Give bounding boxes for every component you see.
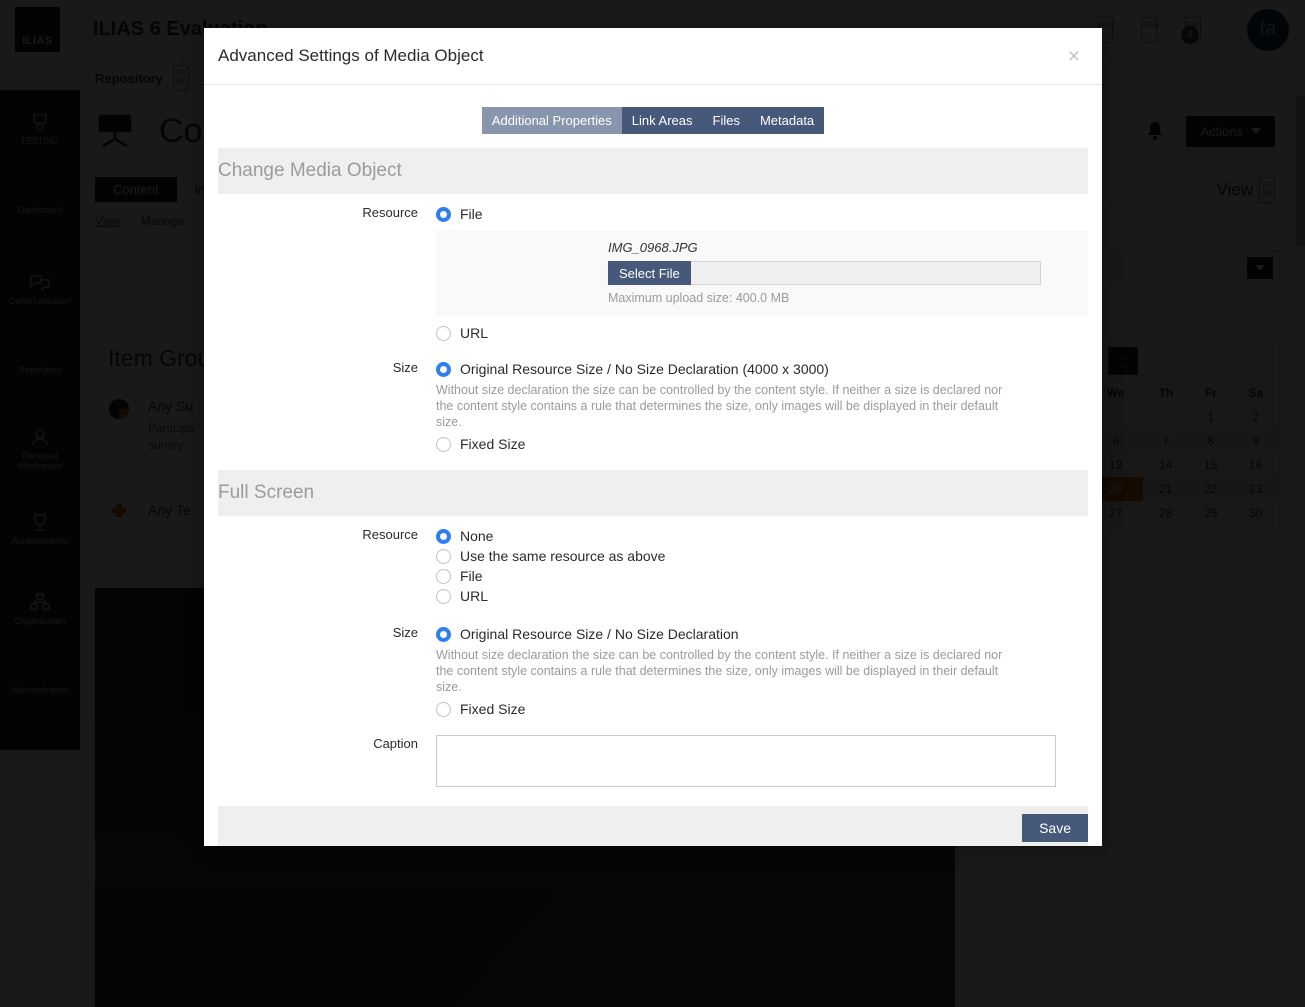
field-label-caption: Caption — [218, 735, 436, 792]
size-description: Without size declaration the size can be… — [436, 379, 1016, 434]
radio-button[interactable] — [436, 437, 451, 452]
radio-option-none[interactable]: None — [436, 526, 1088, 546]
caption-input[interactable] — [436, 735, 1056, 787]
modal-footer: Save — [218, 806, 1088, 846]
radio-label: Original Resource Size / No Size Declara… — [460, 626, 739, 642]
field-row-caption: Caption — [218, 719, 1088, 792]
field-row-size: Size Original Resource Size / No Size De… — [218, 343, 1088, 454]
section-header-full-screen: Full Screen — [218, 470, 1088, 516]
radio-option-fullscreen-url[interactable]: URL — [436, 586, 1088, 606]
radio-option-fullscreen-file[interactable]: File — [436, 566, 1088, 586]
field-label-size: Size — [218, 359, 436, 454]
radio-label: File — [460, 206, 483, 222]
max-upload-size-hint: Maximum upload size: 400.0 MB — [608, 291, 1088, 305]
advanced-settings-modal: Advanced Settings of Media Object × Addi… — [204, 28, 1102, 846]
radio-label: Original Resource Size / No Size Declara… — [460, 361, 829, 377]
tab-link-areas[interactable]: Link Areas — [622, 107, 703, 134]
field-label-resource: Resource — [218, 204, 436, 343]
section-header-change-media-object: Change Media Object — [218, 148, 1088, 194]
radio-label: URL — [460, 588, 488, 604]
select-file-button[interactable]: Select File — [608, 261, 691, 285]
radio-option-fullscreen-original-size[interactable]: Original Resource Size / No Size Declara… — [436, 624, 1088, 644]
radio-button[interactable] — [436, 549, 451, 564]
tab-metadata[interactable]: Metadata — [750, 107, 824, 134]
radio-button[interactable] — [436, 702, 451, 717]
radio-option-fullscreen-fixed-size[interactable]: Fixed Size — [436, 699, 1088, 719]
field-row-resource: Resource File IMG_0968.JPG Select File M… — [218, 194, 1088, 343]
file-upload-control[interactable]: Select File — [608, 261, 1041, 285]
radio-label: Fixed Size — [460, 436, 525, 452]
save-button[interactable]: Save — [1022, 814, 1088, 842]
radio-label: File — [460, 568, 483, 584]
modal-body: Additional Properties Link Areas Files M… — [204, 85, 1102, 846]
radio-option-fixed-size[interactable]: Fixed Size — [436, 434, 1088, 454]
modal-header: Advanced Settings of Media Object × — [204, 28, 1102, 85]
radio-button[interactable] — [436, 627, 451, 642]
modal-tabs: Additional Properties Link Areas Files M… — [482, 107, 824, 134]
radio-button[interactable] — [436, 589, 451, 604]
radio-option-same-resource[interactable]: Use the same resource as above — [436, 546, 1088, 566]
radio-label: URL — [460, 325, 488, 341]
radio-option-original-size[interactable]: Original Resource Size / No Size Declara… — [436, 359, 1088, 379]
fullscreen-size-description: Without size declaration the size can be… — [436, 644, 1016, 699]
radio-label: Fixed Size — [460, 701, 525, 717]
uploaded-file-name: IMG_0968.JPG — [608, 240, 1088, 255]
radio-button[interactable] — [436, 362, 451, 377]
modal-title: Advanced Settings of Media Object — [218, 46, 484, 66]
radio-button[interactable] — [436, 207, 451, 222]
radio-button[interactable] — [436, 529, 451, 544]
radio-option-url[interactable]: URL — [436, 323, 1088, 343]
tab-files[interactable]: Files — [703, 107, 750, 134]
radio-label: None — [460, 528, 493, 544]
close-icon[interactable]: × — [1062, 43, 1086, 70]
file-path-input[interactable] — [691, 261, 1041, 285]
field-label-fullscreen-resource: Resource — [218, 526, 436, 606]
tab-additional-properties[interactable]: Additional Properties — [482, 107, 622, 134]
field-label-fullscreen-size: Size — [218, 624, 436, 719]
modal-tabs-row: Additional Properties Link Areas Files M… — [204, 85, 1102, 148]
radio-option-file[interactable]: File — [436, 204, 1088, 224]
radio-label: Use the same resource as above — [460, 548, 665, 564]
field-row-fullscreen-size: Size Original Resource Size / No Size De… — [218, 606, 1088, 719]
radio-button[interactable] — [436, 569, 451, 584]
file-upload-box: IMG_0968.JPG Select File Maximum upload … — [436, 230, 1088, 317]
field-row-fullscreen-resource: Resource None Use the same resource as a… — [218, 516, 1088, 606]
form-sections: Change Media Object Resource File IMG_09… — [204, 148, 1102, 792]
radio-button[interactable] — [436, 326, 451, 341]
